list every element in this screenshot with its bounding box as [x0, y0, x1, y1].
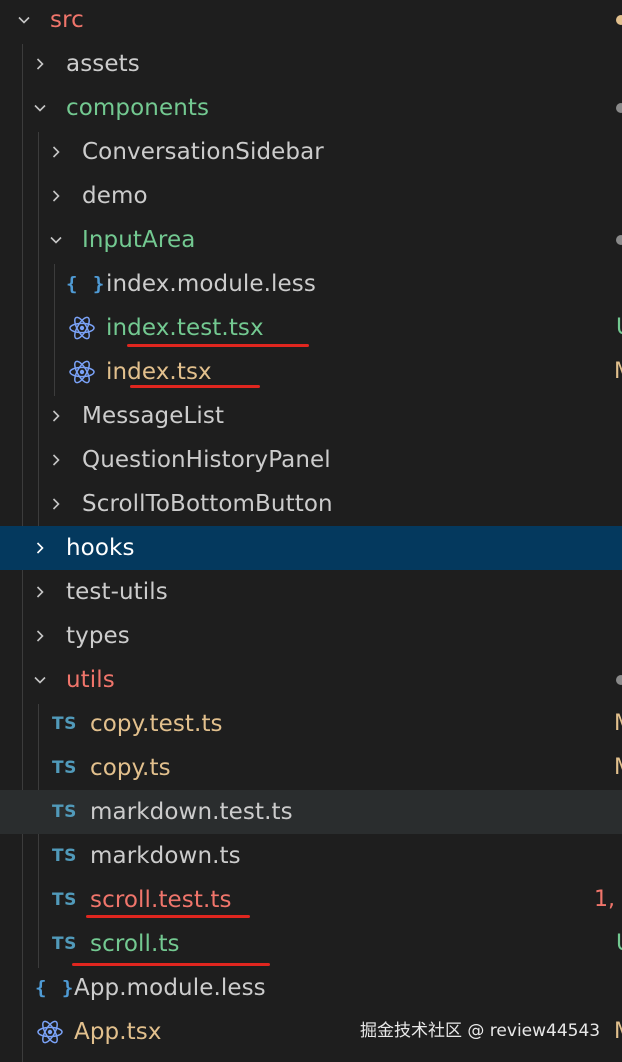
chevron-right-icon — [30, 42, 50, 86]
folder-label: ConversationSidebar — [82, 139, 324, 165]
tree-folder-types[interactable]: types — [0, 614, 622, 658]
folder-label: ScrollToBottomButton — [82, 491, 333, 517]
react-icon — [68, 306, 96, 350]
folder-label: test-utils — [66, 579, 168, 605]
file-label: markdown.test.ts — [90, 799, 293, 825]
tree-folder-input-area[interactable]: InputArea — [0, 218, 622, 262]
tree-folder-test-utils[interactable]: test-utils — [0, 570, 622, 614]
file-label: App.tsx — [74, 1019, 162, 1045]
chevron-down-icon — [46, 218, 66, 262]
folder-label: hooks — [66, 535, 135, 561]
tree-folder-utils[interactable]: utils — [0, 658, 622, 702]
typescript-icon: TS — [52, 890, 77, 910]
status-dot — [616, 103, 622, 113]
annotation-underline — [86, 915, 250, 918]
folder-label: utils — [66, 667, 115, 693]
file-label: markdown.ts — [90, 843, 241, 869]
file-label: copy.ts — [90, 755, 171, 781]
annotation-underline — [130, 385, 260, 388]
annotation-underline — [127, 344, 309, 347]
file-explorer-tree: src assets components ConversationSideba… — [0, 0, 622, 1062]
chevron-right-icon — [46, 482, 66, 526]
tree-folder-conversation-sidebar[interactable]: ConversationSidebar — [0, 130, 622, 174]
chevron-down-icon — [14, 0, 34, 42]
braces-file-icon: { } — [35, 977, 76, 999]
folder-label: InputArea — [82, 227, 196, 253]
folder-label: QuestionHistoryPanel — [82, 447, 331, 473]
typescript-icon: TS — [52, 846, 77, 866]
tree-file-markdown-ts[interactable]: TS markdown.ts — [0, 834, 622, 878]
tree-file-index-test-tsx[interactable]: index.test.tsx U — [0, 306, 622, 350]
chevron-down-icon — [30, 86, 50, 130]
tree-file-copy-test-ts[interactable]: TS copy.test.ts M — [0, 702, 622, 746]
folder-label: demo — [82, 183, 148, 209]
tree-file-copy-ts[interactable]: TS copy.ts M — [0, 746, 622, 790]
file-label: copy.test.ts — [90, 711, 223, 737]
tree-file-scroll-ts[interactable]: TS scroll.ts U — [0, 922, 622, 966]
typescript-icon: TS — [52, 714, 77, 734]
folder-label: MessageList — [82, 403, 225, 429]
chevron-right-icon — [30, 570, 50, 614]
react-icon — [68, 350, 96, 394]
tree-file-markdown-test-ts[interactable]: TS markdown.test.ts — [0, 790, 622, 834]
typescript-icon: TS — [52, 802, 77, 822]
tree-file-index-tsx[interactable]: index.tsx M — [0, 350, 622, 394]
git-status-badge: M — [614, 702, 622, 746]
chevron-right-icon — [46, 174, 66, 218]
braces-file-icon: { } — [66, 273, 107, 295]
tree-folder-question-history-panel[interactable]: QuestionHistoryPanel — [0, 438, 622, 482]
chevron-right-icon — [46, 438, 66, 482]
chevron-right-icon — [30, 526, 50, 570]
chevron-right-icon — [46, 394, 66, 438]
folder-label: src — [50, 7, 84, 33]
tree-file-app-module-less[interactable]: { } App.module.less — [0, 966, 622, 1010]
tree-folder-components[interactable]: components — [0, 86, 622, 130]
git-status-badge: M — [614, 350, 622, 394]
tree-folder-message-list[interactable]: MessageList — [0, 394, 622, 438]
folder-label: components — [66, 95, 210, 121]
chevron-right-icon — [30, 614, 50, 658]
typescript-icon: TS — [52, 758, 77, 778]
react-icon — [36, 1010, 64, 1054]
chevron-down-icon — [30, 658, 50, 702]
git-status-badge: M — [614, 1010, 622, 1054]
tree-folder-scroll-to-bottom-button[interactable]: ScrollToBottomButton — [0, 482, 622, 526]
tree-folder-src[interactable]: src — [0, 0, 622, 42]
tree-folder-demo[interactable]: demo — [0, 174, 622, 218]
watermark: 掘金技术社区 @ review44543 — [360, 1021, 601, 1041]
folder-label: types — [66, 623, 130, 649]
git-status-badge: 1, U — [594, 887, 622, 912]
tree-folder-assets[interactable]: assets — [0, 42, 622, 86]
git-status-badge: U — [616, 922, 622, 966]
chevron-right-icon — [46, 130, 66, 174]
file-label: index.module.less — [106, 271, 316, 297]
folder-label: assets — [66, 51, 140, 77]
git-status-badge: M — [614, 746, 622, 790]
status-dot — [616, 675, 622, 685]
tree-file-index-module-less[interactable]: { } index.module.less — [0, 262, 622, 306]
status-dot — [616, 15, 622, 25]
file-label: App.module.less — [74, 975, 266, 1001]
file-label: scroll.ts — [90, 931, 180, 957]
status-dot — [616, 235, 622, 245]
git-status-badge: U — [616, 306, 622, 350]
tree-folder-hooks[interactable]: hooks — [0, 526, 622, 570]
typescript-icon: TS — [52, 934, 77, 954]
